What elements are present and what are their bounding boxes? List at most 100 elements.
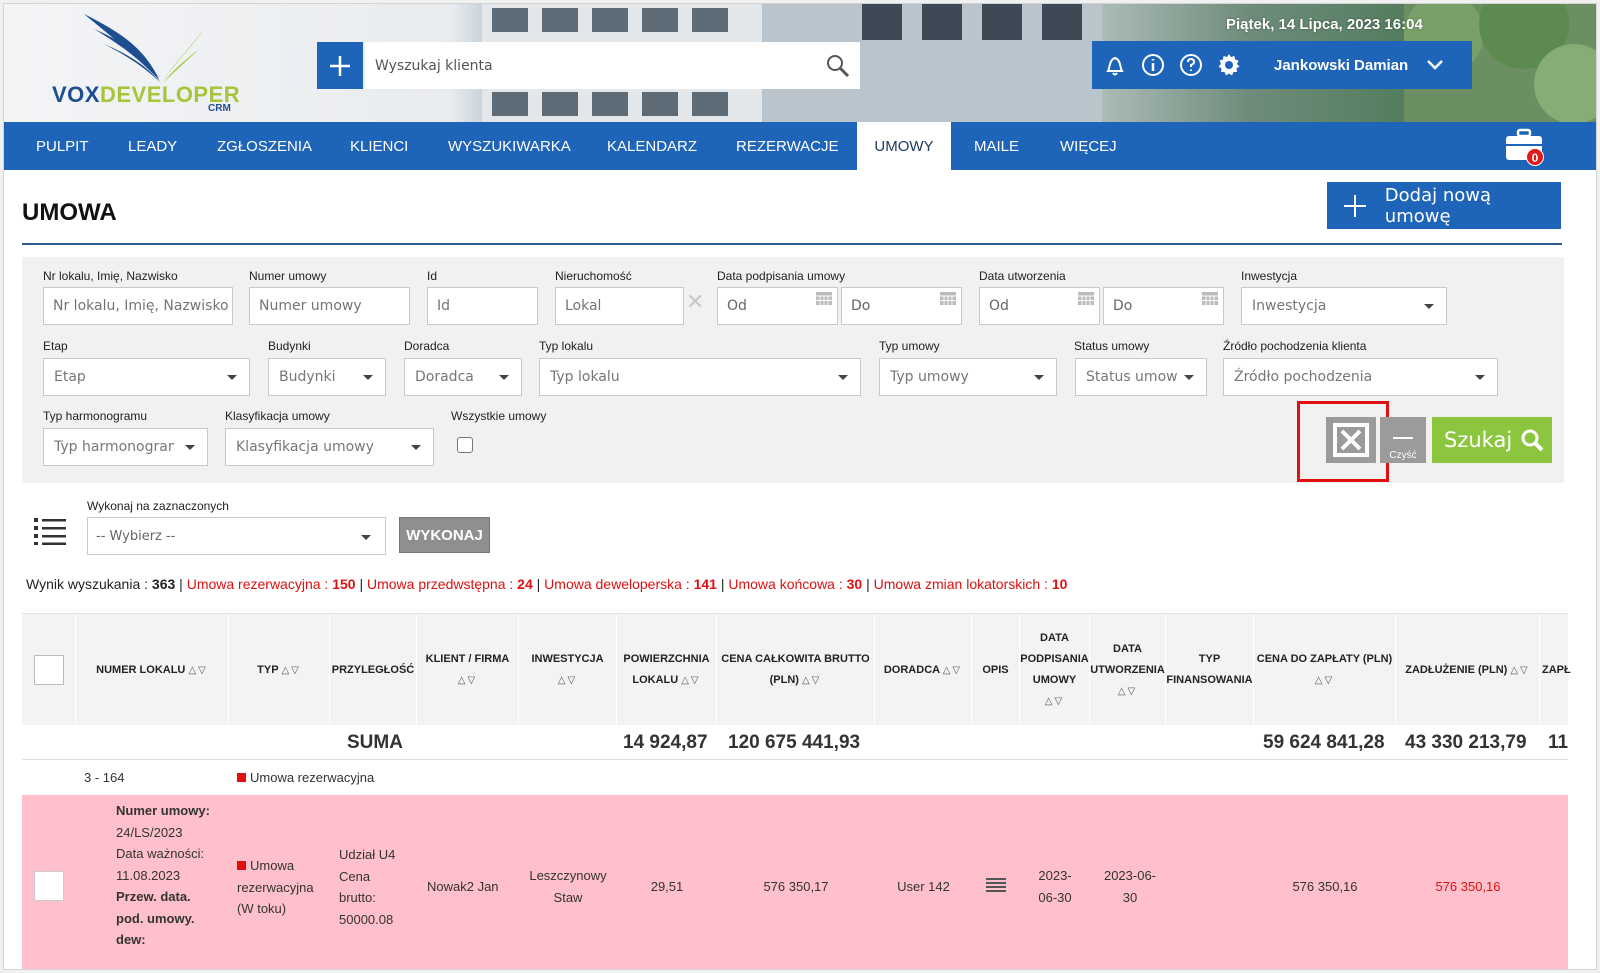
sort-arrows-icon[interactable]: △▽ — [681, 670, 700, 691]
th-inwestycja[interactable]: INWESTYCJA △▽ — [519, 614, 617, 726]
nav-klienci[interactable]: KLIENCI — [350, 122, 408, 170]
chevron-down-icon[interactable] — [1426, 59, 1444, 71]
cell-debt: 576 350,16 — [1435, 879, 1501, 894]
sort-arrows-icon[interactable]: △▽ — [188, 660, 207, 681]
sort-arrows-icon[interactable]: △▽ — [1045, 691, 1064, 712]
summary-item-name[interactable]: Umowa zmian lokatorskich : — [874, 576, 1052, 592]
header-banner: VOXDEVELOPER CRM Piątek, 14 Lipca, 2023 … — [4, 4, 1596, 122]
caret-down-icon — [227, 375, 237, 380]
bulk-action-select[interactable]: -- Wybierz -- — [87, 517, 386, 555]
calendar-icon — [1202, 292, 1218, 305]
nav-maile[interactable]: MAILE — [974, 122, 1019, 170]
description-icon[interactable] — [986, 877, 1006, 893]
gear-icon[interactable] — [1216, 52, 1242, 78]
contract-status-select[interactable]: Status umowy — [1075, 358, 1207, 396]
help-icon[interactable] — [1178, 52, 1204, 78]
date-text: 2023- — [1038, 868, 1072, 883]
bell-icon[interactable] — [1102, 52, 1128, 78]
summary-item-name[interactable]: Umowa przedwstępna : — [367, 576, 517, 592]
caret-down-icon — [361, 535, 371, 540]
stage-select[interactable]: Etap — [43, 358, 250, 396]
cell-client[interactable]: Nowak2 Jan — [427, 876, 499, 898]
th-opis: OPIS — [972, 614, 1020, 726]
advisor-select[interactable]: Doradca — [404, 358, 522, 396]
th-label: DATA — [1113, 642, 1142, 655]
nav-wiecej[interactable]: WIĘCEJ — [1060, 122, 1117, 170]
th-zadluzenie[interactable]: ZADŁUŻENIE (PLN) △▽ — [1396, 614, 1540, 726]
sign-date-from[interactable]: Od — [717, 287, 838, 325]
summary-item-name[interactable]: Umowa końcowa : — [728, 576, 846, 592]
search-button[interactable]: Szukaj — [1432, 417, 1552, 463]
filter-label: Nr lokalu, Imię, Nazwisko — [43, 269, 178, 283]
validity-date: 11.08.2023 — [116, 867, 181, 883]
nav-leady[interactable]: LEADY — [128, 122, 177, 170]
th-klient[interactable]: KLIENT / FIRMA △▽ — [417, 614, 519, 726]
th-typ[interactable]: TYP △▽ — [229, 614, 330, 726]
add-client-button[interactable] — [317, 42, 363, 89]
sort-arrows-icon[interactable]: △▽ — [1118, 681, 1137, 702]
schedule-type-select[interactable]: Typ harmonogramu — [43, 428, 208, 466]
created-date-from[interactable]: Od — [979, 287, 1100, 325]
th-data-podpisania[interactable]: DATA PODPISANIA UMOWY △▽ — [1020, 614, 1090, 726]
created-date-to[interactable]: Do — [1103, 287, 1224, 325]
filter-nr-input[interactable] — [43, 287, 233, 325]
summary-item-name[interactable]: Umowa deweloperska : — [544, 576, 693, 592]
info-icon[interactable] — [1140, 52, 1166, 78]
clear-property-icon[interactable]: ✕ — [686, 289, 704, 315]
summary-item-name[interactable]: Umowa rezerwacyjna : — [187, 576, 333, 592]
investment-select[interactable]: Inwestycja — [1241, 287, 1447, 325]
filter-id-input[interactable] — [427, 287, 538, 325]
nav-wyszukiwarka[interactable]: WYSZUKIWARKA — [448, 122, 571, 170]
app-window: VOXDEVELOPER CRM Piątek, 14 Lipca, 2023 … — [3, 3, 1597, 970]
th-label: ZADŁUŻENIE (PLN) — [1405, 663, 1508, 676]
th-label: OPIS — [982, 663, 1009, 676]
th-cena-do-zaplaty[interactable]: CENA DO ZAPŁATY (PLN) △▽ — [1254, 614, 1396, 726]
select-all-checkbox[interactable] — [34, 655, 64, 685]
clear-button[interactable]: Czyść — [1380, 417, 1426, 463]
table-row[interactable]: Numer umowy: 24/LS/2023 Data ważności: 1… — [22, 795, 1568, 969]
th-numer-lokalu[interactable]: NUMER LOKALU △▽ — [76, 614, 229, 726]
user-name[interactable]: Jankowski Damian — [1274, 57, 1408, 74]
sort-arrows-icon[interactable]: △▽ — [1315, 670, 1334, 691]
client-search-input[interactable] — [375, 57, 815, 74]
group-unit[interactable]: 3 - 164 — [84, 770, 124, 785]
th-data-utworzenia[interactable]: DATA UTWORZENIA △▽ — [1090, 614, 1166, 726]
add-contract-button[interactable]: Dodaj nową umowę — [1327, 182, 1561, 229]
contract-number: 24/LS/2023 — [116, 824, 183, 840]
nav-pulpit[interactable]: PULPIT — [36, 122, 89, 170]
row-checkbox[interactable] — [34, 871, 64, 901]
investment-text: Staw — [553, 889, 583, 905]
nav-zgloszenia[interactable]: ZGŁOSZENIA — [217, 122, 312, 170]
th-zaplacono: ZAPŁ — [1540, 614, 1596, 726]
all-contracts-checkbox[interactable] — [457, 437, 473, 453]
group-type-label: Umowa rezerwacyjna — [250, 770, 375, 785]
nav-rezerwacje[interactable]: REZERWACJE — [736, 122, 839, 170]
sort-arrows-icon[interactable]: △▽ — [1510, 660, 1529, 681]
main-nav: PULPIT LEADY ZGŁOSZENIA KLIENCI WYSZUKIW… — [4, 122, 1596, 170]
filter-property-input[interactable] — [555, 287, 684, 325]
th-label: UTWORZENIA — [1090, 663, 1165, 676]
unit-type-select[interactable]: Typ lokalu — [539, 358, 861, 396]
summary-item-count: 10 — [1051, 576, 1068, 592]
client-source-select[interactable]: Źródło pochodzenia — [1223, 358, 1498, 396]
classification-select[interactable]: Klasyfikacja umowy — [225, 428, 434, 466]
sign-date-to[interactable]: Do — [841, 287, 962, 325]
list-icon[interactable] — [34, 517, 68, 545]
sort-arrows-icon[interactable]: △▽ — [943, 660, 962, 681]
nav-umowy[interactable]: UMOWY — [857, 122, 951, 170]
sort-arrows-icon[interactable]: △▽ — [802, 670, 821, 691]
nav-kalendarz[interactable]: KALENDARZ — [607, 122, 697, 170]
sort-arrows-icon[interactable]: △▽ — [281, 660, 300, 681]
th-powierzchnia[interactable]: POWIERZCHNIA LOKALU △▽ — [617, 614, 717, 726]
th-label: KLIENT / FIRMA — [425, 653, 510, 665]
filter-number-input[interactable] — [249, 287, 410, 325]
execute-button[interactable]: WYKONAJ — [399, 517, 490, 553]
sort-arrows-icon[interactable]: △▽ — [458, 670, 477, 691]
buildings-select[interactable]: Budynki — [268, 358, 386, 396]
sort-arrows-icon[interactable]: △▽ — [558, 670, 577, 691]
contract-type-select[interactable]: Typ umowy — [879, 358, 1057, 396]
th-cena-calkowita[interactable]: CENA CAŁKOWITA BRUTTO (PLN) △▽ — [717, 614, 875, 726]
th-doradca[interactable]: DORADCA △▽ — [875, 614, 972, 726]
search-icon[interactable] — [826, 54, 850, 78]
filter-label: Numer umowy — [249, 269, 327, 283]
